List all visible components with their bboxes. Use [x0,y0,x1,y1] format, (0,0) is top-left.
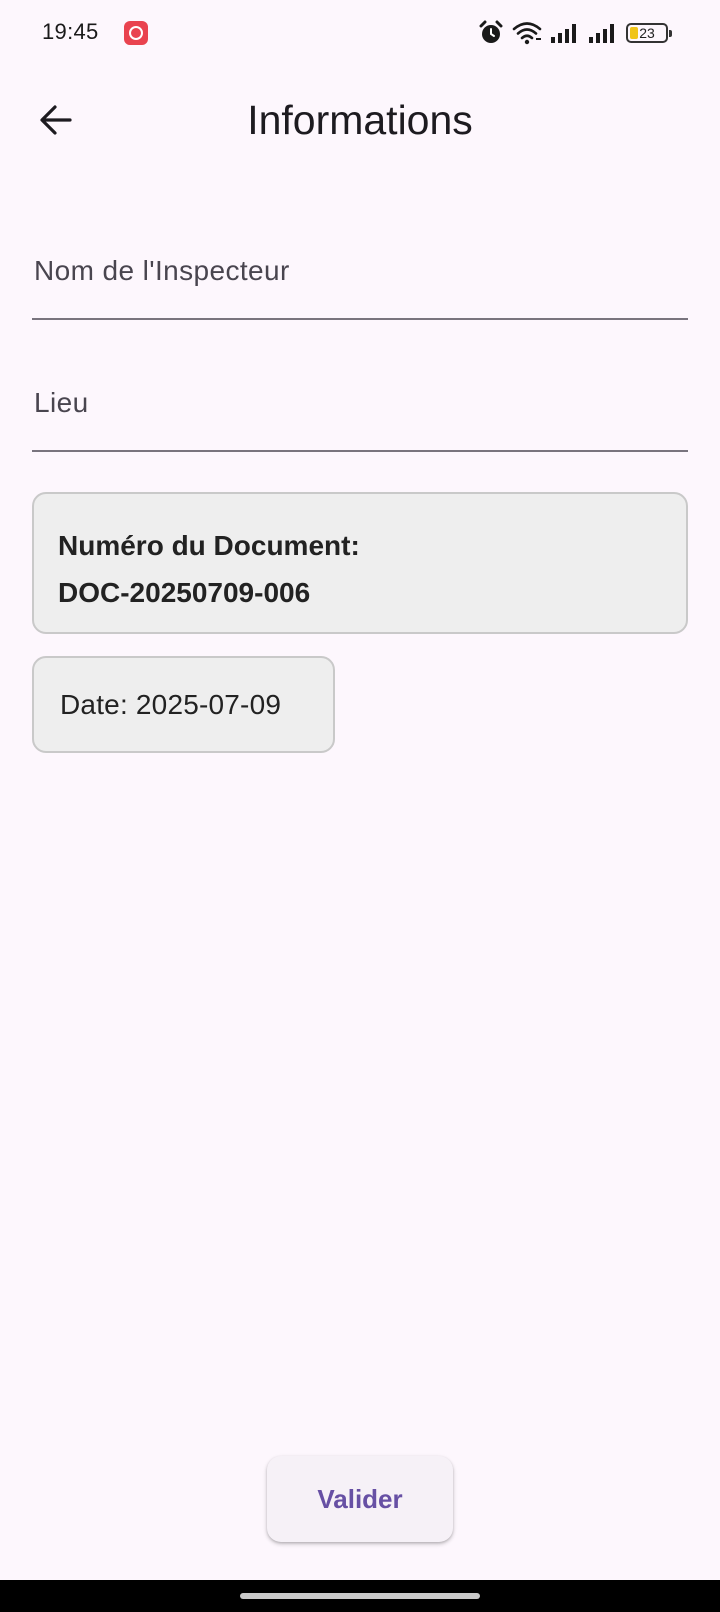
signal-icon [589,24,614,43]
status-time: 19:45 [42,19,99,44]
inspector-name-input[interactable] [32,224,688,318]
date-card: Date: 2025-07-09 [32,656,335,753]
date-text: Date: 2025-07-09 [60,688,282,720]
battery-icon: 23 [626,23,672,43]
status-bar: 19:45 23 [0,0,720,66]
status-icons: 23 [478,18,672,48]
page-title: Informations [247,97,473,143]
wifi-icon [512,22,542,45]
submit-button[interactable]: Valider [267,1456,453,1542]
app-bar: Informations [0,70,720,170]
signal-icon [551,24,576,43]
alarm-icon [479,20,503,43]
gesture-handle[interactable] [240,1593,480,1599]
location-field[interactable] [32,356,688,452]
location-input[interactable] [32,356,688,450]
document-number-label: Numéro du Document: [58,530,360,561]
document-number-card: Numéro du Document: DOC-20250709-006 [32,492,688,634]
inspector-name-field[interactable] [32,224,688,320]
app-notification-icon [124,21,148,45]
system-nav-bar [0,1580,720,1612]
document-number-value: DOC-20250709-006 [58,577,311,608]
battery-level: 23 [639,25,655,41]
